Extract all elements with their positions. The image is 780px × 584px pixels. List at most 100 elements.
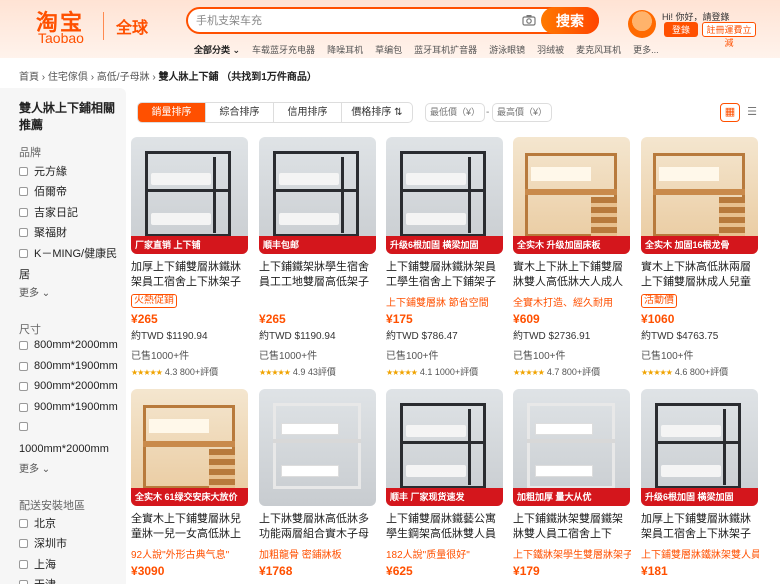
size-option[interactable]: 800mm*1900mm [19,360,118,372]
product-image[interactable]: 全实木 61绿交安床大放价 [131,389,248,506]
checkbox[interactable] [19,361,28,371]
product-tag: 182人說"质量很好" [386,550,470,560]
region-option[interactable]: 上海 [19,556,56,572]
camera-icon[interactable] [522,13,536,27]
product-title[interactable]: 加厚上下鋪雙層牀鐵牀架員工宿舍上下牀架子學... [641,512,759,542]
breadcrumb-separator: › [152,72,156,83]
product-image[interactable]: 加粗加厚 量大从优 [513,389,630,506]
brand-more-toggle[interactable]: 更多 ⌄ [19,284,50,299]
checkbox[interactable] [19,381,28,391]
list-view-icon[interactable]: ☰ [744,103,760,122]
breadcrumb-home[interactable]: 首頁 [19,72,39,83]
product-title[interactable]: 上下鋪雙層牀鐵藝公寓學生鋼架高低牀雙人員工... [386,512,504,542]
checkbox[interactable] [19,559,28,569]
brand-option[interactable]: 吉家日記 [19,204,78,220]
hot-word[interactable]: 草编包 [375,43,402,56]
product-card[interactable]: 順丰包邮 上下鋪鐵架牀學生宿舍員工工地雙層高低架子鐵... ¥265 約TWD … [259,137,377,378]
size-option[interactable]: 800mm*2000mm [19,339,118,351]
product-card[interactable]: 上下牀雙層牀高低牀多功能兩層組合實木子母牀... 加粗龍骨 密鋪牀板 ¥1768 [259,389,377,578]
product-card[interactable]: 升级6根加固 横梁加固 加厚上下鋪雙層牀鐵牀架員工宿舍上下牀架子學... 上下鋪… [641,389,759,578]
product-image[interactable]: 升级6根加固 横梁加固 [386,137,503,254]
tab-overall-sort[interactable]: 綜合排序 [206,103,274,122]
brand-option[interactable]: K－MING/健康民 [19,245,117,261]
product-image[interactable] [259,389,376,506]
hot-word[interactable]: 羽绒被 [537,43,564,56]
product-card[interactable]: 全实木 升级加固床板 實木上下牀上下鋪雙層牀雙人高低牀大人成人兩... 全實木打… [513,137,631,378]
region-option[interactable]: 天津 [19,576,56,584]
checkbox[interactable] [19,579,28,584]
tab-credit-sort[interactable]: 信用排序 [274,103,342,122]
star-rating-icon: ★★★★★ [386,368,418,377]
hot-word[interactable]: 麦克风耳机 [576,43,621,56]
hot-word[interactable]: 降噪耳机 [327,43,363,56]
brand-section-label: 品牌 [19,147,41,159]
breadcrumb-level2[interactable]: 高低/子母牀 [97,72,150,83]
brand-option[interactable]: 佰爾帝 [19,183,67,199]
product-card[interactable]: 全实木 加固16根龙骨 實木上下牀高低牀兩層上下鋪雙層牀成人兒童牀... 活動價… [641,137,759,378]
product-card[interactable]: 全实木 61绿交安床大放价 全實木上下鋪雙層牀兒童牀一兒一女高低牀上下... 9… [131,389,249,578]
brand-option[interactable]: 元方緣 [19,163,67,179]
size-option[interactable]: 900mm*2000mm [19,380,118,392]
size-section-label: 尺寸 [19,324,41,336]
hot-word[interactable]: 车载蓝牙充电器 [252,43,315,56]
brand-option[interactable]: 聚福財 [19,224,67,240]
taobao-logo-en[interactable]: Taobao [38,30,84,46]
product-image[interactable]: 順丰包邮 [259,137,376,254]
product-price-twd: 約TWD $1190.94 [259,331,336,342]
checkbox[interactable] [19,227,28,237]
region-option[interactable]: 北京 [19,515,56,531]
search-button[interactable]: 搜索 [541,7,599,34]
checkbox[interactable] [19,518,28,528]
checkbox[interactable] [19,186,28,196]
checkbox[interactable] [19,422,28,431]
more-link[interactable]: 更多... [633,43,659,56]
all-categories-menu[interactable]: 全部分类 ⌄ [194,43,240,56]
product-card[interactable]: 厂家直销 上下铺 加厚上下鋪雙層牀鐵牀架員工宿舍上下牀架子學... 火熱促銷 ¥… [131,137,249,378]
grid-view-icon[interactable]: ▦ [720,103,740,122]
product-tag: 92人說"外形古典气息" [131,550,230,560]
product-card[interactable]: 顺丰 厂家现货速发 上下鋪雙層牀鐵藝公寓學生鋼架高低牀雙人員工... 182人說… [386,389,504,578]
tab-price-sort[interactable]: 價格排序 ⇅ [342,103,412,122]
checkbox[interactable] [19,340,28,350]
tab-sales-sort[interactable]: 銷量排序 [138,103,206,122]
product-image[interactable]: 升级6根加固 横梁加固 [641,389,758,506]
size-option[interactable] [19,422,34,431]
checkbox[interactable] [19,207,28,217]
product-image[interactable]: 顺丰 厂家现货速发 [386,389,503,506]
hot-word[interactable]: 蓝牙耳机扩音器 [414,43,477,56]
product-title[interactable]: 加厚上下鋪雙層牀鐵牀架員工宿舍上下牀架子學... [131,260,249,290]
product-image[interactable]: 全实木 升级加固床板 [513,137,630,254]
product-title[interactable]: 上下鋪鐵架牀學生宿舍員工工地雙層高低架子鐵... [259,260,377,290]
size-option-label[interactable]: 1000mm*2000mm [19,443,109,455]
product-image[interactable]: 厂家直销 上下铺 [131,137,248,254]
product-card[interactable]: 升级6根加固 横梁加固 上下鋪雙層牀鐵牀架員工學生宿舍上下鋪架子加... 上下鋪… [386,137,504,378]
product-image[interactable]: 全实木 加固16根龙骨 [641,137,758,254]
login-button[interactable]: 登錄 [664,22,698,37]
product-title[interactable]: 實木上下牀高低牀兩層上下鋪雙層牀成人兒童牀... [641,260,759,290]
product-title[interactable]: 全實木上下鋪雙層牀兒童牀一兒一女高低牀上下... [131,512,249,542]
checkbox[interactable] [19,166,28,176]
checkbox[interactable] [19,248,28,258]
product-sold-count: 已售100+件 [641,351,694,362]
region-option[interactable]: 深圳市 [19,535,67,551]
checkbox[interactable] [19,538,28,548]
hot-word[interactable]: 游泳眼镜 [489,43,525,56]
size-option[interactable]: 900mm*1900mm [19,401,118,413]
product-card[interactable]: 加粗加厚 量大从优 上下鋪鐵牀架雙層鐵架牀雙人員工宿舍上下牀... 上下鐵牀架學… [513,389,631,578]
logo-divider [103,12,104,40]
global-label[interactable]: 全球 [116,14,148,38]
avatar[interactable] [628,10,656,38]
size-more-toggle[interactable]: 更多 ⌄ [19,460,50,475]
register-button[interactable]: 註冊運費立減 [702,22,756,48]
star-rating-icon: ★★★★★ [641,368,673,377]
search-input[interactable] [196,12,516,30]
product-title[interactable]: 上下牀雙層牀高低牀多功能兩層組合實木子母牀... [259,512,377,542]
product-title[interactable]: 上下鋪鐵牀架雙層鐵架牀雙人員工宿舍上下牀... [513,512,631,542]
product-title[interactable]: 上下鋪雙層牀鐵牀架員工學生宿舍上下鋪架子加... [386,260,504,290]
filter-sidebar: 雙人牀上下鋪相關推薦 品牌 元方緣 佰爾帝 吉家日記 聚福財 K－MING/健康… [0,88,126,584]
product-title[interactable]: 實木上下牀上下鋪雙層牀雙人高低牀大人成人兩... [513,260,631,290]
checkbox[interactable] [19,402,28,412]
breadcrumb-level1[interactable]: 住宅傢俱 [48,72,88,83]
min-price-input[interactable]: 最低價（¥） [425,103,485,122]
max-price-input[interactable]: 最高價（¥） [492,103,552,122]
